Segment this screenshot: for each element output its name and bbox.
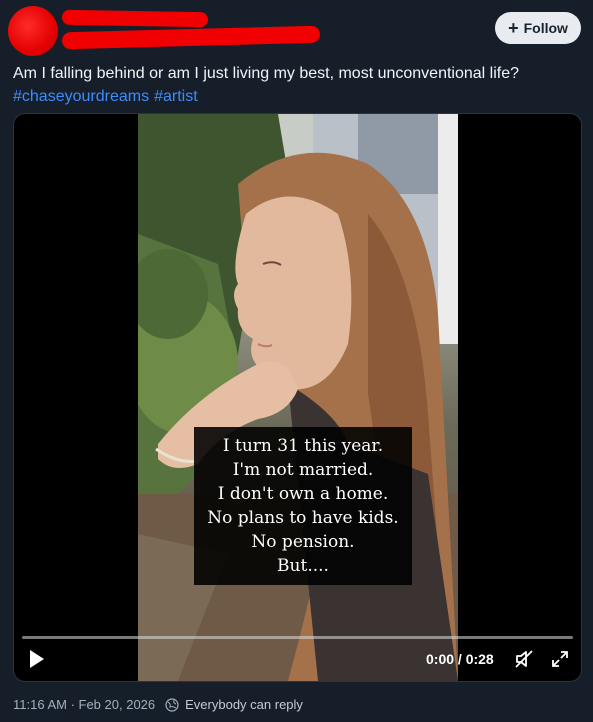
reply-setting[interactable]: Everybody can reply [185,697,303,712]
progress-bar[interactable] [22,636,573,639]
time-display: 0:00 / 0:28 [426,651,494,667]
mute-icon[interactable] [513,648,535,670]
follow-label: Follow [523,20,568,36]
plus-icon: + [508,18,519,38]
redacted-display-name [61,9,209,28]
hashtag-link[interactable]: #artist [154,88,198,105]
hashtags: #chaseyourdreams #artist [13,85,585,108]
avatar[interactable] [8,6,58,56]
hashtag-link[interactable]: #chaseyourdreams [13,88,149,105]
video-scene [138,114,458,681]
redacted-handle [61,25,321,50]
caption-line: I turn 31 this year. [222,436,384,456]
post-container: + Follow Am I falling behind or am I jus… [0,0,593,722]
caption-line: No plans to have kids. [207,508,399,528]
video-player[interactable]: I turn 31 this year. I'm not married. I … [13,113,582,682]
post-footer: 11:16 AM · Feb 20, 2026 Everybody can re… [13,697,303,712]
post-body: Am I falling behind or am I just living … [13,65,520,82]
caption-line: I'm not married. [232,460,374,480]
fullscreen-icon[interactable] [549,648,571,670]
caption-line: I don't own a home. [217,484,389,504]
globe-icon [165,697,179,712]
follow-button[interactable]: + Follow [495,12,581,44]
video-frame: I turn 31 this year. I'm not married. I … [138,114,458,681]
video-caption-overlay: I turn 31 this year. I'm not married. I … [194,427,412,585]
caption-line: No pension. [251,532,355,552]
caption-line: But.... [277,556,329,576]
post-timestamp[interactable]: 11:16 AM · Feb 20, 2026 [13,697,155,712]
post-text: Am I falling behind or am I just living … [13,62,585,108]
play-icon[interactable] [28,649,46,669]
